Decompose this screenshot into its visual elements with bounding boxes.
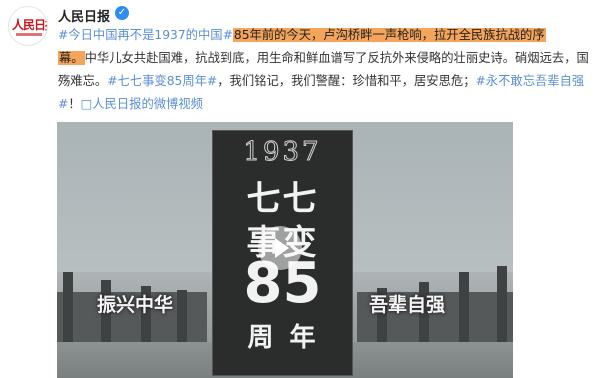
account-avatar[interactable]: 人民日报: [8, 6, 48, 46]
video-link-icon: □: [80, 97, 93, 111]
poster-title-line1: 七七: [246, 179, 319, 219]
post-body-text: ，我们铭记，我们警醒：珍惜和平，居安思危；: [217, 74, 476, 88]
highlighted-text: 85年前的今天，卢沟桥畔一声枪响，拉开全民族抗战的序: [232, 28, 546, 42]
hashtag-link[interactable]: #今日中国再不是1937的中国#: [58, 28, 233, 42]
video-overlay-text-left: 振兴中华: [97, 294, 174, 316]
hashtag-link[interactable]: #七七事变85周年#: [107, 74, 217, 88]
post-text: #今日中国再不是1937的中国#85年前的今天，卢沟桥畔一声枪响，拉开全民族抗战…: [58, 24, 594, 116]
video-overlay-text-right: 吾辈自强: [369, 294, 446, 316]
video-link[interactable]: □人民日报的微博视频: [81, 97, 203, 111]
account-name[interactable]: 人民日报: [58, 6, 110, 25]
video-link-label: 人民日报的微博视频: [92, 97, 203, 111]
avatar-logo-text: 人民日报: [12, 18, 47, 32]
avatar-logo-underline: [16, 33, 42, 36]
post-body-text: ！: [68, 97, 81, 111]
highlighted-text: 幕。: [58, 51, 85, 65]
verified-badge-icon: ✓: [115, 6, 129, 20]
poster-suffix: 周年: [247, 323, 332, 353]
play-button-icon[interactable]: [258, 226, 302, 270]
video-player[interactable]: 振兴中华 吾辈自强 1937 七七 事变 85 周年: [57, 122, 513, 378]
poster-year: 1937: [243, 137, 322, 168]
